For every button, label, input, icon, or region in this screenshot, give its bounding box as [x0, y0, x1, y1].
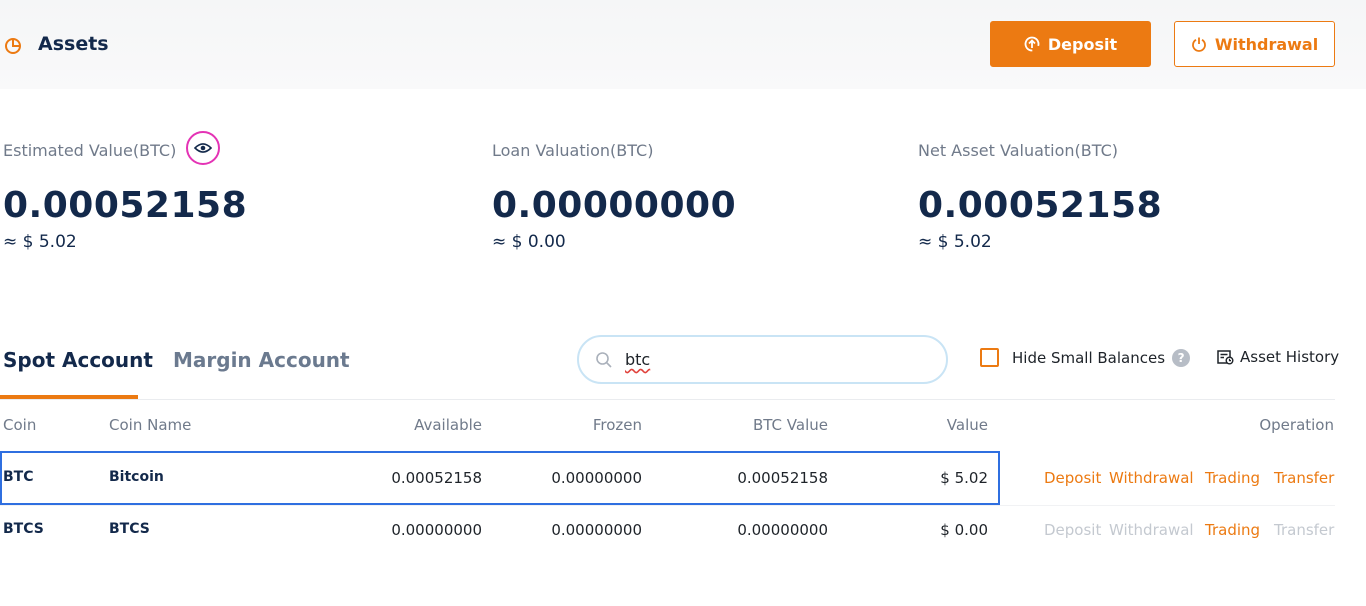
deposit-button[interactable]: Deposit: [990, 21, 1151, 67]
estimated-value: 0.00052158: [3, 185, 248, 226]
table-row-btc-value: 0.00000000: [737, 521, 828, 539]
row-withdrawal-link[interactable]: Withdrawal: [1109, 469, 1194, 487]
table-row-value: $ 0.00: [940, 521, 988, 539]
power-icon: [1191, 37, 1206, 52]
page-header: Assets Deposit Withdrawal: [0, 0, 1366, 89]
row-trading-link[interactable]: Trading: [1205, 521, 1260, 539]
column-header-available: Available: [414, 416, 482, 434]
table-row-value: $ 5.02: [940, 469, 988, 487]
help-icon[interactable]: ?: [1172, 348, 1191, 367]
hide-small-balances-label: Hide Small Balances: [1012, 348, 1166, 367]
pie-chart-icon: [5, 38, 21, 54]
row-trading-link[interactable]: Trading: [1205, 469, 1260, 487]
net-asset-valuation: 0.00052158: [918, 185, 1163, 226]
column-header-coin-name: Coin Name: [109, 416, 192, 434]
estimated-value-label: Estimated Value(BTC): [3, 140, 177, 160]
search-icon: [596, 351, 612, 368]
search-input-value: btc: [625, 350, 651, 369]
row-deposit-link: Deposit: [1044, 521, 1102, 539]
asset-history-link[interactable]: Asset History: [1217, 348, 1339, 366]
tab-spot-account[interactable]: Spot Account: [3, 348, 153, 372]
estimated-value-block: Estimated Value(BTC) 0.00052158 ≈ $ 5.02: [3, 131, 248, 252]
tab-margin-account[interactable]: Margin Account: [173, 348, 350, 372]
withdrawal-button[interactable]: Withdrawal: [1174, 21, 1335, 67]
table-row-frozen: 0.00000000: [551, 521, 642, 539]
column-header-frozen: Frozen: [592, 416, 642, 434]
eye-icon: [194, 143, 213, 153]
net-asset-valuation-label: Net Asset Valuation(BTC): [918, 140, 1119, 160]
row-deposit-link[interactable]: Deposit: [1044, 469, 1101, 487]
net-asset-valuation-block: Net Asset Valuation(BTC) 0.00052158 ≈ $ …: [918, 139, 1163, 253]
net-asset-valuation-usd: ≈ $ 5.02: [918, 232, 992, 252]
divider: [0, 399, 1335, 400]
hide-small-balances-toggle[interactable]: Hide Small Balances ?: [980, 348, 1191, 367]
table-row-coin: BTC: [3, 469, 34, 485]
asset-history-label: Asset History: [1240, 348, 1340, 366]
table-row-btc-value: 0.00052158: [737, 469, 828, 487]
loan-valuation-block: Loan Valuation(BTC) 0.00000000 ≈ $ 0.00: [492, 139, 737, 253]
row-withdrawal-link: Withdrawal: [1109, 521, 1194, 539]
column-header-operation: Operation: [1259, 416, 1334, 434]
row-separator: [0, 505, 1335, 506]
estimated-value-usd: ≈ $ 5.02: [3, 232, 77, 252]
withdrawal-button-label: Withdrawal: [1214, 34, 1319, 54]
column-header-value: Value: [946, 416, 988, 434]
hide-small-balances-checkbox[interactable]: [980, 348, 999, 367]
table-row-frozen: 0.00000000: [551, 469, 642, 487]
deposit-button-label: Deposit: [1047, 34, 1118, 54]
page-title: Assets: [38, 33, 109, 55]
table-row-coin: BTCS: [3, 521, 44, 537]
table-row-available: 0.00052158: [391, 469, 482, 487]
history-icon: [1217, 349, 1234, 364]
loan-valuation-label: Loan Valuation(BTC): [492, 140, 654, 160]
row-transfer-link[interactable]: Transfer: [1274, 469, 1334, 487]
upload-icon: [1024, 36, 1040, 52]
search-input[interactable]: btc: [577, 335, 948, 384]
table-row-coin-name: Bitcoin: [109, 469, 164, 485]
loan-valuation-usd: ≈ $ 0.00: [492, 232, 566, 252]
column-header-coin: Coin: [3, 416, 37, 434]
row-transfer-link: Transfer: [1274, 521, 1335, 539]
table-row-coin-name: BTCS: [109, 521, 150, 537]
toggle-visibility-button[interactable]: [186, 131, 221, 165]
column-header-btc-value: BTC Value: [752, 416, 828, 434]
loan-valuation: 0.00000000: [492, 185, 737, 226]
table-row-available: 0.00000000: [391, 521, 482, 539]
